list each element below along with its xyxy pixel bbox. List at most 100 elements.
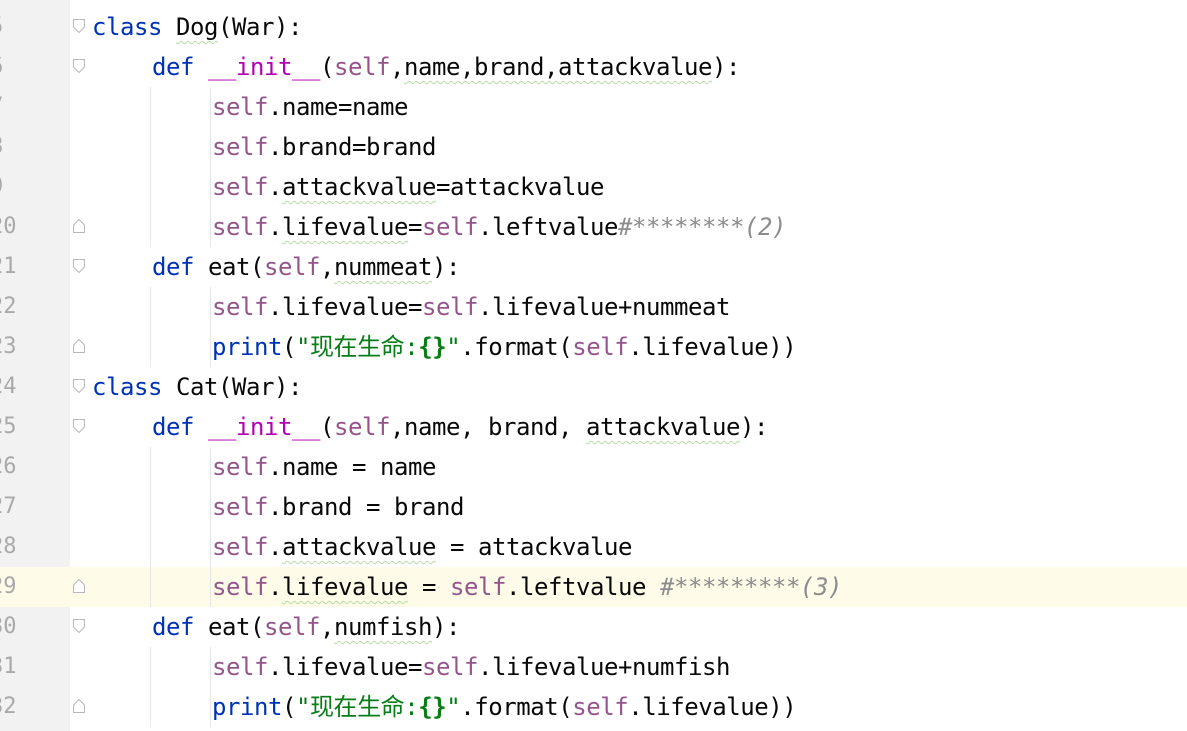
- fold-open-icon[interactable]: [72, 418, 86, 434]
- line-number: 31: [0, 654, 17, 679]
- fold-open-icon[interactable]: [72, 258, 86, 274]
- code-token: (War):: [218, 13, 302, 41]
- code-token: self: [212, 133, 268, 161]
- code-token: ,name, brand,: [390, 413, 586, 441]
- code-token: #********(2): [618, 213, 786, 241]
- fold-open-icon[interactable]: [72, 58, 86, 74]
- code-token: attackvalue: [586, 413, 740, 441]
- fold-end-icon[interactable]: [72, 338, 86, 354]
- code-token: nummeat: [334, 253, 432, 281]
- code-line[interactable]: 24 class Cat(War):: [0, 367, 1187, 407]
- code-line[interactable]: 23 print("现在生命:{}".format(self.lifevalue)…: [0, 327, 1187, 367]
- code-token: .: [268, 173, 282, 201]
- code-line[interactable]: 27 self.brand = brand: [0, 487, 1187, 527]
- code-line[interactable]: 6 def __init__(self,name,brand,attackvalu…: [0, 47, 1187, 87]
- code-token: .leftvalue: [478, 213, 618, 241]
- fold-end-icon[interactable]: [72, 218, 86, 234]
- code-token: lifevalue: [282, 573, 408, 601]
- code-text: self.lifevalue=self.lifevalue+nummeat: [212, 287, 730, 327]
- line-number: 24: [0, 374, 17, 399]
- code-line[interactable]: 20self.lifevalue=self.leftvalue#********…: [0, 207, 1187, 247]
- code-token: (: [320, 53, 334, 81]
- code-text: self.lifevalue=self.lifevalue+numfish: [212, 647, 730, 687]
- code-token: .brand=brand: [268, 133, 436, 161]
- code-token: self: [212, 573, 268, 601]
- code-token: self: [212, 453, 268, 481]
- code-text: self.attackvalue=attackvalue: [212, 167, 604, 207]
- code-line-current[interactable]: 29 self.lifevalue = self.leftvalue #*****…: [0, 567, 1187, 607]
- code-token: .lifevalue)): [628, 333, 797, 361]
- indent-guide: [150, 287, 151, 327]
- fold-end-icon[interactable]: [72, 698, 86, 714]
- code-token: ):: [432, 613, 460, 641]
- line-number: 8: [0, 127, 70, 167]
- indent-guide: [210, 567, 211, 607]
- code-text: self.lifevalue = self.leftvalue #*******…: [212, 567, 842, 607]
- code-token: self: [422, 653, 478, 681]
- indent-guide: [150, 447, 151, 487]
- code-token: self: [212, 93, 268, 121]
- code-token: "现在生命:: [296, 693, 419, 721]
- indent-guide: [150, 127, 151, 167]
- fold-open-icon[interactable]: [72, 378, 86, 394]
- code-token: =: [408, 213, 422, 241]
- code-token: eat(: [194, 613, 264, 641]
- code-token: self: [212, 213, 268, 241]
- line-number: 29: [0, 567, 70, 607]
- code-token: ):: [740, 413, 768, 441]
- code-line[interactable]: 5 class Dog(War):: [0, 7, 1187, 47]
- indent-guide: [150, 527, 151, 567]
- code-text: self.attackvalue = attackvalue: [212, 527, 632, 567]
- code-text: def __init__(self,name,brand,attackvalue…: [152, 47, 740, 87]
- line-number: 22: [0, 294, 17, 319]
- code-token: (: [282, 693, 296, 721]
- code-token: self: [572, 333, 629, 361]
- code-token: (: [320, 413, 334, 441]
- code-text: print("现在生命:{}".format(self.lifevalue)): [212, 687, 797, 727]
- indent-guide: [150, 327, 151, 367]
- code-token: self: [450, 573, 506, 601]
- code-line[interactable]: 8 self.brand=brand: [0, 127, 1187, 167]
- indent-guide: [210, 327, 211, 367]
- line-number: 25: [0, 414, 17, 439]
- code-token: attackvalue: [282, 533, 436, 561]
- indent-guide: [210, 287, 211, 327]
- code-text: class Dog(War):: [92, 7, 302, 47]
- fold-open-icon[interactable]: [72, 618, 86, 634]
- code-line[interactable]: 32 print("现在生命:{}".format(self.lifevalue)…: [0, 687, 1187, 727]
- code-token: .: [268, 213, 282, 241]
- fold-end-icon[interactable]: [72, 578, 86, 594]
- code-line[interactable]: 7 self.name=name: [0, 87, 1187, 127]
- indent-guide: [150, 647, 151, 687]
- code-token: self: [572, 693, 629, 721]
- code-token: print: [212, 693, 282, 721]
- fold-open-icon[interactable]: [72, 18, 86, 34]
- code-token: .format(: [460, 693, 573, 721]
- code-line[interactable]: 28 self.attackvalue = attackvalue: [0, 527, 1187, 567]
- code-token: self: [264, 613, 320, 641]
- code-token: def: [152, 53, 194, 81]
- code-token: .name=name: [268, 93, 408, 121]
- code-line[interactable]: 25 def __init__(self,name, brand, attackv…: [0, 407, 1187, 447]
- code-token: .lifevalue=: [268, 293, 422, 321]
- indent-guide: [150, 87, 151, 127]
- code-line[interactable]: 21 def eat(self,nummeat):: [0, 247, 1187, 287]
- code-text: def eat(self,numfish):: [152, 607, 460, 647]
- code-token: self: [212, 173, 268, 201]
- code-token: self: [422, 293, 478, 321]
- code-line[interactable]: 22 self.lifevalue=self.lifevalue+nummeat: [0, 287, 1187, 327]
- code-token: .brand = brand: [268, 493, 464, 521]
- code-token: def: [152, 413, 194, 441]
- code-token: ):: [432, 253, 460, 281]
- line-number: 7: [0, 87, 70, 127]
- code-token: numfish: [334, 613, 432, 641]
- indent-guide: [210, 647, 211, 687]
- code-token: name,brand,attackvalue: [404, 53, 712, 81]
- indent-guide: [210, 487, 211, 527]
- code-line[interactable]: 26 self.name = name: [0, 447, 1187, 487]
- code-line[interactable]: 9 self.attackvalue=attackvalue: [0, 167, 1187, 207]
- code-line[interactable]: 30 def eat(self,numfish):: [0, 607, 1187, 647]
- code-text: def __init__(self,name, brand, attackval…: [152, 407, 768, 447]
- code-line[interactable]: 31 self.lifevalue=self.lifevalue+numfish: [0, 647, 1187, 687]
- indent-guide: [150, 207, 151, 247]
